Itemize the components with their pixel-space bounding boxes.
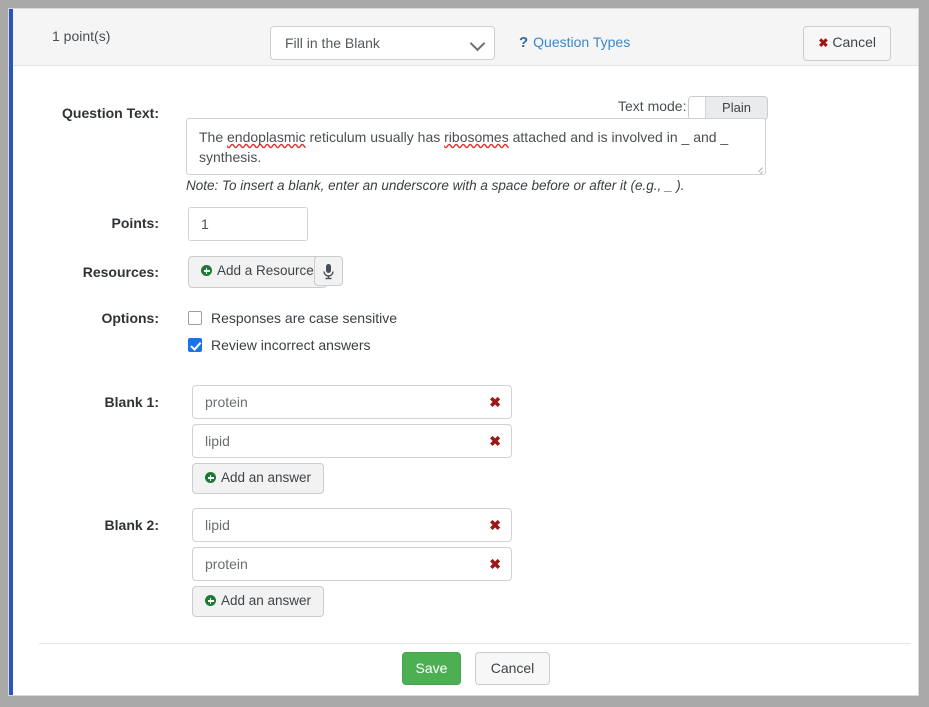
blank-2-add-answer-label: Add an answer xyxy=(221,593,312,608)
blank-1-answer-remove-1[interactable]: ✖ xyxy=(489,393,501,411)
text-mode-toggle-knob xyxy=(689,97,706,119)
blank-1-answer-value-2: lipid xyxy=(205,433,230,449)
text-mode-label: Text mode: xyxy=(618,98,687,114)
question-text-misspelled-1: endoplasmic xyxy=(227,129,306,145)
question-types-link-label: Question Types xyxy=(533,34,631,50)
blank-2-answer-input-1[interactable]: lipid ✖ xyxy=(192,508,512,542)
blank-1-answer-input-1[interactable]: protein ✖ xyxy=(192,385,512,419)
blank-1-label: Blank 1: xyxy=(104,394,159,410)
plus-circle-icon xyxy=(205,595,216,606)
question-type-select[interactable]: Fill in the Blank xyxy=(270,26,495,60)
points-summary-label: 1 point(s) xyxy=(52,28,111,44)
header-cancel-button[interactable]: ✖ Cancel xyxy=(803,26,891,61)
text-mode-toggle[interactable]: Plain xyxy=(688,96,768,120)
blank-1-answer-remove-2[interactable]: ✖ xyxy=(489,432,501,450)
plus-circle-icon xyxy=(201,265,212,276)
question-text-misspelled-2: ribosomes xyxy=(444,129,509,145)
microphone-button[interactable] xyxy=(314,256,343,286)
microphone-icon xyxy=(323,264,334,280)
blank-insert-note: Note: To insert a blank, enter an unders… xyxy=(186,178,685,193)
question-text-label: Question Text: xyxy=(62,105,159,121)
resize-handle-icon[interactable] xyxy=(753,162,763,174)
points-input[interactable]: 1 xyxy=(188,207,308,241)
question-text-input[interactable]: The endoplasmic reticulum usually has ri… xyxy=(186,118,766,175)
option-review-incorrect[interactable]: Review incorrect answers xyxy=(188,337,371,353)
question-types-link[interactable]: ? Question Types xyxy=(519,34,630,51)
blank-2-answer-input-2[interactable]: protein ✖ xyxy=(192,547,512,581)
blank-2-answer-value-1: lipid xyxy=(205,517,230,533)
question-text-segment-2: reticulum usually has xyxy=(305,129,445,145)
text-mode-toggle-label: Plain xyxy=(722,100,751,115)
blank-1-add-answer-label: Add an answer xyxy=(221,470,312,485)
footer-divider xyxy=(39,643,911,644)
add-resource-label: Add a Resource xyxy=(217,263,314,278)
footer-cancel-button[interactable]: Cancel xyxy=(475,652,550,685)
question-type-value: Fill in the Blank xyxy=(285,35,380,51)
add-resource-button[interactable]: Add a Resource xyxy=(188,256,327,288)
header-cancel-label: Cancel xyxy=(832,34,876,50)
options-label: Options: xyxy=(101,310,159,326)
question-text-segment-1: The xyxy=(199,129,228,145)
option-case-sensitive[interactable]: Responses are case sensitive xyxy=(188,310,397,326)
question-mark-icon: ? xyxy=(519,34,529,51)
blank-2-label: Blank 2: xyxy=(104,517,159,533)
chevron-down-icon xyxy=(469,35,486,52)
blank-2-answer-value-2: protein xyxy=(205,556,248,572)
case-sensitive-checkbox[interactable] xyxy=(188,311,202,325)
editor-header: 1 point(s) Fill in the Blank ? Question T… xyxy=(13,9,918,66)
points-label: Points: xyxy=(111,215,159,231)
plus-circle-icon xyxy=(205,472,216,483)
blank-1-answer-value-1: protein xyxy=(205,394,248,410)
points-value: 1 xyxy=(201,216,209,232)
blank-2-add-answer-button[interactable]: Add an answer xyxy=(192,586,325,617)
review-incorrect-checkbox[interactable] xyxy=(188,338,202,352)
blank-1-answer-input-2[interactable]: lipid ✖ xyxy=(192,424,512,458)
save-button[interactable]: Save xyxy=(402,652,461,685)
resources-label: Resources: xyxy=(82,264,159,280)
blank-2-answer-remove-1[interactable]: ✖ xyxy=(489,516,501,534)
blank-2-answer-remove-2[interactable]: ✖ xyxy=(489,555,501,573)
case-sensitive-label: Responses are case sensitive xyxy=(211,310,397,326)
review-incorrect-label: Review incorrect answers xyxy=(211,337,371,353)
x-mark-icon: ✖ xyxy=(818,36,829,50)
question-editor-card: 1 point(s) Fill in the Blank ? Question T… xyxy=(8,8,919,696)
blank-1-add-answer-button[interactable]: Add an answer xyxy=(192,463,325,494)
